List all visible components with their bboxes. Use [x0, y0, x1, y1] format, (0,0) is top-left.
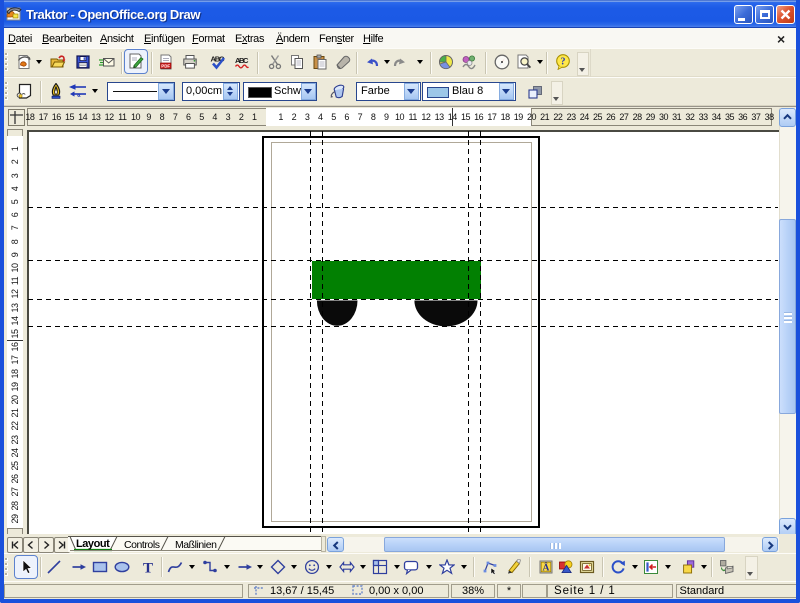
- svg-text:T: T: [143, 560, 153, 575]
- svg-text:Â: Â: [543, 562, 550, 574]
